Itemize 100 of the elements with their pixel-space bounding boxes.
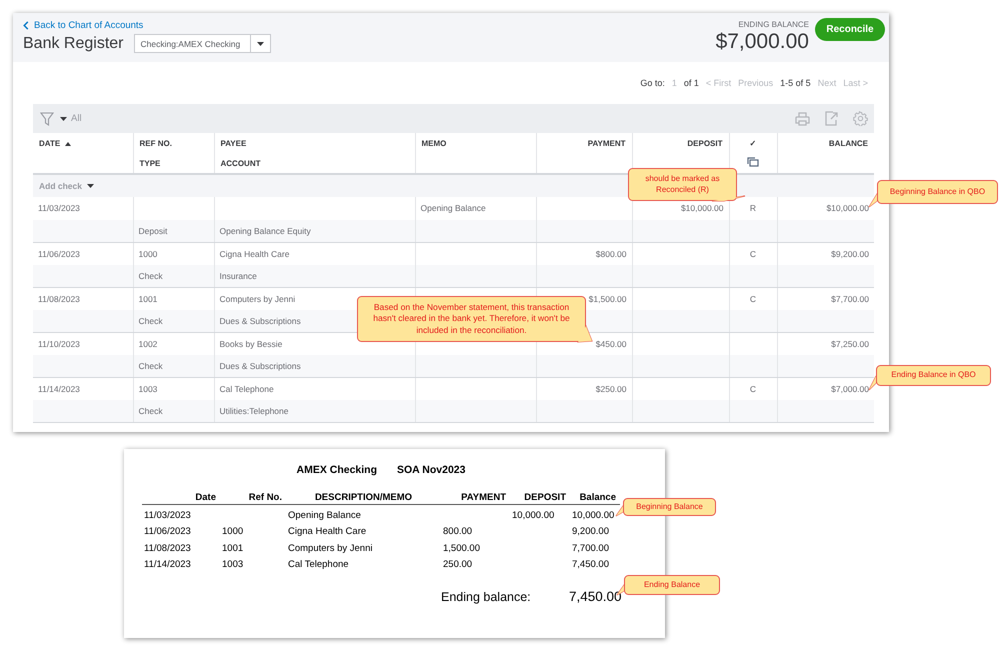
page-number-field[interactable]: 1 — [672, 78, 677, 88]
print-icon[interactable] — [795, 112, 810, 126]
table-cell: 1000 — [222, 526, 244, 538]
page-range: 1-5 of 5 — [780, 78, 811, 88]
table-cell: R — [750, 203, 756, 214]
table-cell: 1001 — [222, 542, 244, 554]
column-header[interactable]: DATE — [39, 138, 60, 148]
ending-balance-amount: $7,000.00 — [716, 30, 809, 54]
table-cell: 11/14/2023 — [38, 384, 80, 394]
table-cell: 250.00 — [443, 559, 472, 570]
column-header: DEPOSIT — [687, 138, 722, 148]
account-dropdown[interactable]: Checking:AMEX Checking — [134, 34, 270, 53]
go-to-label: Go to: — [640, 78, 665, 88]
table-cell: Check — [138, 270, 163, 280]
table-cell: $800.00 — [596, 248, 626, 258]
table-cell: $10,000.00 — [826, 203, 869, 214]
table-cell: Computers by Jenni — [220, 294, 296, 304]
table-cell: Deposit — [138, 226, 168, 236]
table-cell: Check — [138, 360, 163, 370]
table-cell: 7,700.00 — [572, 542, 609, 554]
table-cell: Check — [138, 316, 163, 326]
table-cell: Cigna Health Care — [288, 526, 366, 538]
table-cell: $10,000.00 — [680, 203, 724, 214]
table-cell: Check — [138, 406, 163, 416]
table-cell: 10,000.00 — [512, 510, 554, 521]
table-cell: Dues & Subscriptions — [220, 316, 301, 326]
table-cell: 800.00 — [443, 526, 472, 538]
export-icon[interactable] — [824, 111, 839, 126]
add-check-dropdown[interactable]: Add check — [39, 181, 94, 191]
callout: should be marked as Reconciled (R) — [627, 167, 746, 202]
table-cell: Cigna Health Care — [220, 248, 290, 258]
table-cell: Computers by Jenni — [288, 542, 372, 554]
table-cell: 11/03/2023 — [144, 510, 191, 521]
column-header: ACCOUNT — [220, 158, 260, 168]
filter-icon[interactable] — [40, 112, 54, 126]
table-cell: 1000 — [138, 248, 158, 258]
table-cell: Books by Bessie — [220, 338, 282, 348]
table-cell: 7,450.00 — [572, 559, 609, 570]
column-header: Balance — [580, 492, 616, 503]
table-cell: Opening Balance — [420, 203, 486, 214]
chevron-left-icon — [23, 21, 29, 30]
settings-icon[interactable] — [853, 111, 868, 126]
table-cell: $7,250.00 — [831, 338, 869, 348]
statement-title: AMEX Checking — [296, 464, 378, 476]
table-cell: 11/06/2023 — [38, 248, 80, 258]
table-cell: $9,200.00 — [831, 248, 869, 258]
table-cell: C — [750, 248, 756, 258]
table-cell: 1003 — [138, 384, 158, 394]
table-cell: $1,500.00 — [588, 294, 626, 304]
statement-period: SOA Nov2023 — [397, 464, 466, 476]
ending-balance-label: ENDING BALANCE — [738, 20, 809, 29]
table-cell: $250.00 — [596, 384, 626, 394]
sort-ascending-icon[interactable] — [65, 142, 72, 146]
back-link[interactable]: Back to Chart of Accounts — [23, 20, 270, 31]
table-cell: 11/08/2023 — [38, 294, 80, 304]
column-header: TYPE — [140, 158, 160, 168]
table-cell: 1003 — [222, 559, 244, 570]
column-header: REF NO. — [140, 138, 172, 148]
callout: Ending Balance in QBO — [868, 364, 992, 391]
table-cell: C — [750, 384, 756, 394]
last-page-link[interactable]: Last > — [843, 78, 868, 88]
callout: Beginning Balance — [615, 497, 717, 517]
table-cell: 11/08/2023 — [144, 542, 191, 554]
table-cell: Cal Telephone — [220, 384, 274, 394]
caret-down-icon[interactable] — [60, 116, 67, 120]
table-cell: 10,000.00 — [572, 510, 614, 521]
column-header: MEMO — [422, 138, 446, 148]
copy-icon — [747, 157, 759, 167]
next-page-link[interactable]: Next — [818, 78, 836, 88]
previous-page-link[interactable]: Previous — [738, 78, 774, 88]
filter-value[interactable]: All — [71, 113, 82, 124]
table-cell: 11/14/2023 — [144, 559, 191, 570]
reconcile-button[interactable]: Reconcile — [815, 18, 885, 41]
table-cell: $7,000.00 — [831, 384, 869, 394]
table-cell: 11/03/2023 — [38, 203, 80, 214]
table-cell: Dues & Subscriptions — [220, 360, 301, 370]
column-header: ✓ — [750, 138, 756, 148]
column-header: DESCRIPTION/MEMO — [314, 492, 412, 503]
first-page-link[interactable]: < First — [706, 78, 732, 88]
table-cell: 11/06/2023 — [144, 526, 191, 538]
table-cell: 11/10/2023 — [38, 338, 80, 348]
caret-down-icon — [256, 42, 264, 46]
table-cell: 9,200.00 — [572, 526, 609, 538]
column-header: BALANCE — [828, 138, 868, 148]
table-cell: $7,700.00 — [831, 294, 869, 304]
table-cell: 1002 — [138, 338, 158, 348]
table-cell: Opening Balance — [288, 510, 361, 521]
column-header: PAYEE — [220, 138, 246, 148]
table-cell: Insurance — [220, 270, 257, 280]
column-header: PAYMENT — [588, 138, 626, 148]
table-cell: Utilities:Telephone — [220, 406, 288, 416]
callout: Beginning Balance in QBO — [868, 179, 999, 208]
column-header: Ref No. — [248, 492, 282, 503]
table-cell: 1001 — [138, 294, 158, 304]
column-header: DEPOSIT — [524, 492, 566, 503]
table-cell: 1,500.00 — [443, 542, 480, 554]
column-header: PAYMENT — [461, 492, 506, 503]
caret-down-icon — [87, 184, 94, 188]
table-cell: Opening Balance Equity — [220, 226, 311, 236]
column-header: Date — [195, 492, 216, 503]
